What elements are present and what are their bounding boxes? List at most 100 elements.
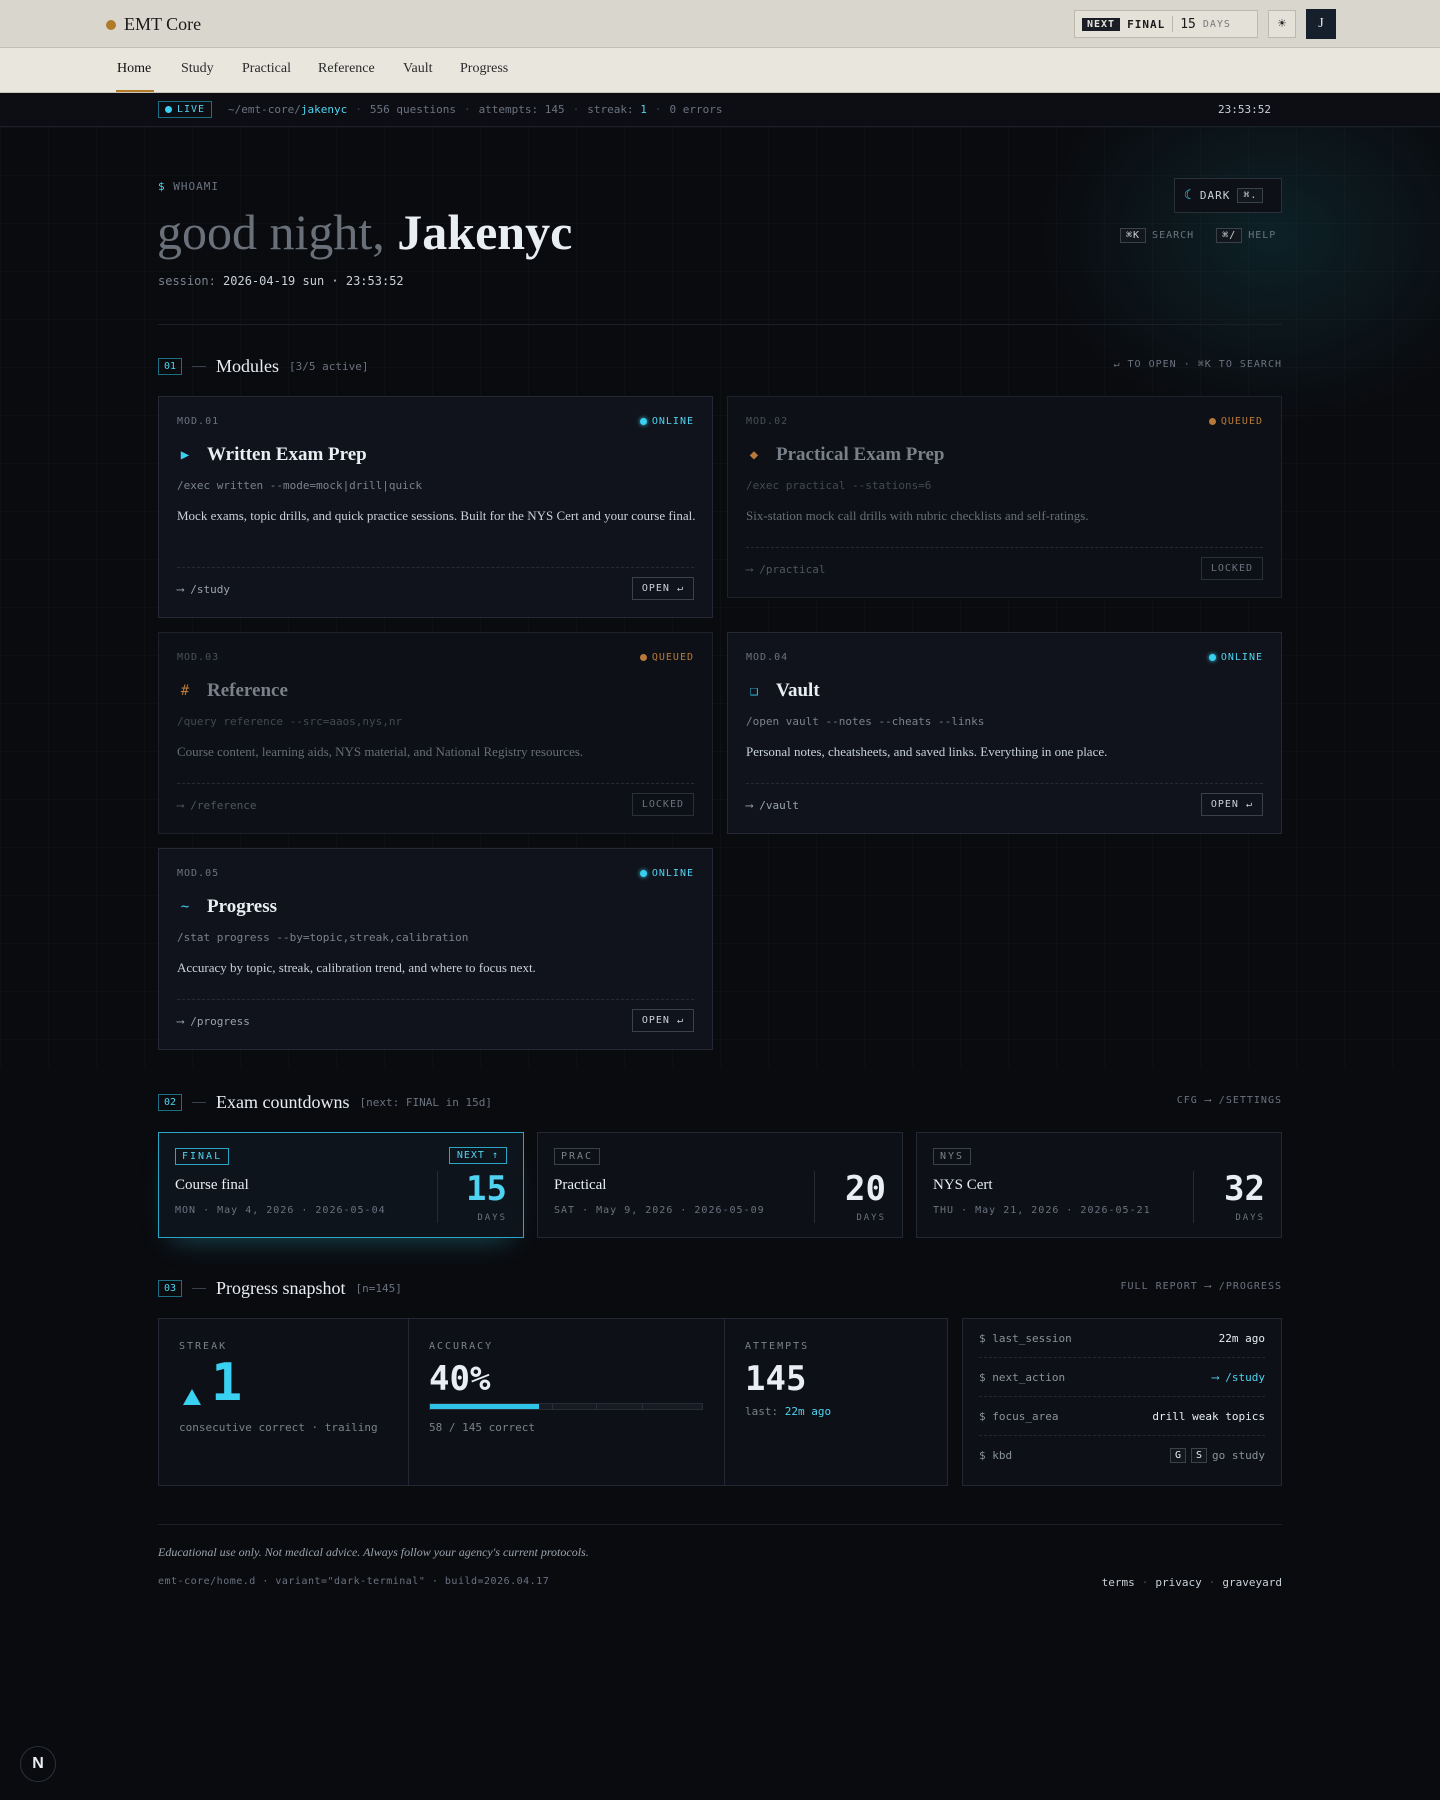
- status-badge: ONLINE: [639, 868, 694, 879]
- dark-mode-label: DARK: [1199, 189, 1231, 202]
- status-line: ~/emt-core/jakenyc · 556 questions · attempt…: [228, 103, 723, 116]
- module-command: /query reference --src=aaos,nys,nr: [177, 715, 403, 728]
- section-title: Progress snapshot: [216, 1278, 346, 1298]
- live-badge: LIVE: [158, 101, 213, 118]
- next-exam-days: 15: [1180, 16, 1196, 32]
- status-errors: 0 errors: [669, 103, 723, 116]
- days-remaining: 15: [466, 1169, 507, 1209]
- help-kbd[interactable]: ⌘/: [1216, 228, 1243, 243]
- dark-mode-toggle[interactable]: ☾ DARK ⌘.: [1174, 178, 1282, 213]
- hash-icon: #: [180, 683, 190, 699]
- exam-name: Practical: [554, 1177, 607, 1193]
- privacy-link[interactable]: privacy: [1155, 1576, 1201, 1589]
- open-button[interactable]: OPEN ↵: [631, 1009, 694, 1032]
- module-title: Vault: [776, 680, 820, 701]
- dark-mode-kbd: ⌘.: [1237, 188, 1264, 203]
- open-button[interactable]: OPEN ↵: [631, 577, 694, 600]
- search-label: SEARCH: [1152, 230, 1195, 241]
- nav-item-study[interactable]: Study: [181, 61, 214, 77]
- exam-tag: NYS: [933, 1148, 972, 1165]
- divider: [158, 324, 1282, 325]
- nav-item-practical[interactable]: Practical: [242, 61, 291, 77]
- module-command: /exec practical --stations=6: [746, 479, 932, 492]
- module-route[interactable]: ⟶ /progress: [177, 1015, 250, 1028]
- progress-snapshot-panel: STREAK 1 consecutive correct · trailing …: [158, 1318, 948, 1486]
- module-command: /open vault --notes --cheats --links: [746, 715, 985, 728]
- status-attempts: attempts: 145: [478, 103, 565, 116]
- greeting-text: good night,: [157, 204, 398, 260]
- days-remaining: 20: [845, 1169, 886, 1209]
- theme-toggle-button[interactable]: ☀: [1268, 10, 1296, 38]
- nav-item-progress[interactable]: Progress: [460, 61, 508, 77]
- module-card-reference[interactable]: MOD.03 QUEUED # Reference /query referen…: [158, 632, 713, 834]
- accuracy-bar: [429, 1403, 703, 1410]
- status-badge: ONLINE: [1208, 652, 1263, 663]
- framework-badge-icon[interactable]: N: [20, 1746, 56, 1782]
- status-streak-value: 1: [640, 103, 647, 116]
- nav-item-reference[interactable]: Reference: [318, 61, 375, 77]
- countdown-card-practical[interactable]: PRAC Practical SAT · May 9, 2026 · 2026-…: [537, 1132, 903, 1238]
- kbd-shortcut[interactable]: G S go study: [1169, 1448, 1265, 1463]
- session-kv-panel: $ last_session 22m ago $ next_action ⟶ /…: [962, 1318, 1282, 1486]
- progress-section-header: 03 Progress snapshot [n=145]: [158, 1278, 402, 1299]
- up-triangle-icon: [183, 1389, 201, 1405]
- module-description: Course content, learning aids, NYS mater…: [177, 744, 584, 759]
- module-card-practical[interactable]: MOD.02 QUEUED ◆ Practical Exam Prep /exe…: [727, 396, 1282, 598]
- open-button[interactable]: OPEN ↵: [1200, 793, 1263, 816]
- settings-link[interactable]: CFG ⟶ /SETTINGS: [1177, 1095, 1282, 1106]
- module-card-written[interactable]: MOD.01 ONLINE ▶ Written Exam Prep /exec …: [158, 396, 713, 618]
- module-id: MOD.03: [177, 652, 220, 663]
- divider: [1172, 16, 1174, 32]
- module-command: /stat progress --by=topic,streak,calibra…: [177, 931, 469, 944]
- exam-name: NYS Cert: [933, 1177, 993, 1193]
- section-number: 03: [158, 1280, 183, 1297]
- brand[interactable]: EMT Core: [106, 14, 201, 35]
- avatar[interactable]: J: [1306, 9, 1336, 39]
- module-route[interactable]: ⟶ /study: [177, 583, 230, 596]
- module-description: Six-station mock call drills with rubric…: [746, 508, 1089, 523]
- exam-date: THU · May 21, 2026 · 2026-05-21: [933, 1205, 1151, 1216]
- section-meta: [n=145]: [355, 1282, 402, 1295]
- section-title: Modules: [216, 356, 280, 376]
- streak-cell: STREAK 1 consecutive correct · trailing: [159, 1319, 408, 1485]
- stat-subtext: 58 / 145 correct: [429, 1421, 535, 1434]
- module-title: Written Exam Prep: [207, 444, 367, 465]
- status-path-prefix: ~/emt-core/: [228, 103, 301, 116]
- graveyard-link[interactable]: graveyard: [1222, 1576, 1282, 1589]
- full-report-link[interactable]: FULL REPORT ⟶ /PROGRESS: [1121, 1281, 1282, 1292]
- countdown-card-nys[interactable]: NYS NYS Cert THU · May 21, 2026 · 2026-0…: [916, 1132, 1282, 1238]
- exam-name: Course final: [175, 1177, 249, 1193]
- stat-label: ACCURACY: [429, 1341, 494, 1352]
- next-exam-label: FINAL: [1127, 17, 1166, 31]
- next-action-link[interactable]: ⟶ /study: [1212, 1371, 1265, 1384]
- exam-tag: PRAC: [554, 1148, 601, 1165]
- section-title: Exam countdowns: [216, 1092, 350, 1112]
- module-card-vault[interactable]: MOD.04 ONLINE ❑ Vault /open vault --note…: [727, 632, 1282, 834]
- attempts-value: 145: [745, 1359, 807, 1399]
- search-kbd[interactable]: ⌘K: [1120, 228, 1147, 243]
- module-route[interactable]: ⟶ /vault: [746, 799, 799, 812]
- countdown-card-final[interactable]: FINAL NEXT ↑ Course final MON · May 4, 2…: [158, 1132, 524, 1238]
- section-meta: [next: FINAL in 15d]: [359, 1096, 492, 1109]
- days-unit: DAYS: [477, 1213, 507, 1223]
- diamond-icon: ◆: [749, 447, 759, 463]
- attempts-cell: ATTEMPTS 145 last: 22m ago: [724, 1319, 947, 1485]
- terms-link[interactable]: terms: [1102, 1576, 1135, 1589]
- module-card-progress[interactable]: MOD.05 ONLINE ~ Progress /stat progress …: [158, 848, 713, 1050]
- nav-item-home[interactable]: Home: [117, 61, 151, 77]
- next-exam-pill[interactable]: NEXT FINAL 15 DAYS: [1074, 10, 1258, 38]
- nav-item-vault[interactable]: Vault: [403, 61, 433, 77]
- locked-badge: LOCKED: [1200, 557, 1263, 580]
- status-badge: QUEUED: [1208, 416, 1263, 427]
- brand-name: EMT Core: [124, 14, 202, 34]
- modules-section-header: 01 Modules [3/5 active]: [158, 356, 369, 377]
- module-route: ⟶ /practical: [746, 563, 826, 576]
- accuracy-value: 40%: [429, 1359, 491, 1399]
- section-number: 01: [158, 358, 183, 375]
- module-description: Personal notes, cheatsheets, and saved l…: [746, 744, 1108, 759]
- kv-row: $ last_session 22m ago: [979, 1319, 1265, 1358]
- whoami-prompt: $ WHOAMI: [158, 180, 219, 193]
- module-command: /exec written --mode=mock|drill|quick: [177, 479, 423, 492]
- brand-dot-icon: [106, 19, 116, 30]
- modules-hint: ↵ TO OPEN · ⌘K TO SEARCH: [1113, 359, 1282, 370]
